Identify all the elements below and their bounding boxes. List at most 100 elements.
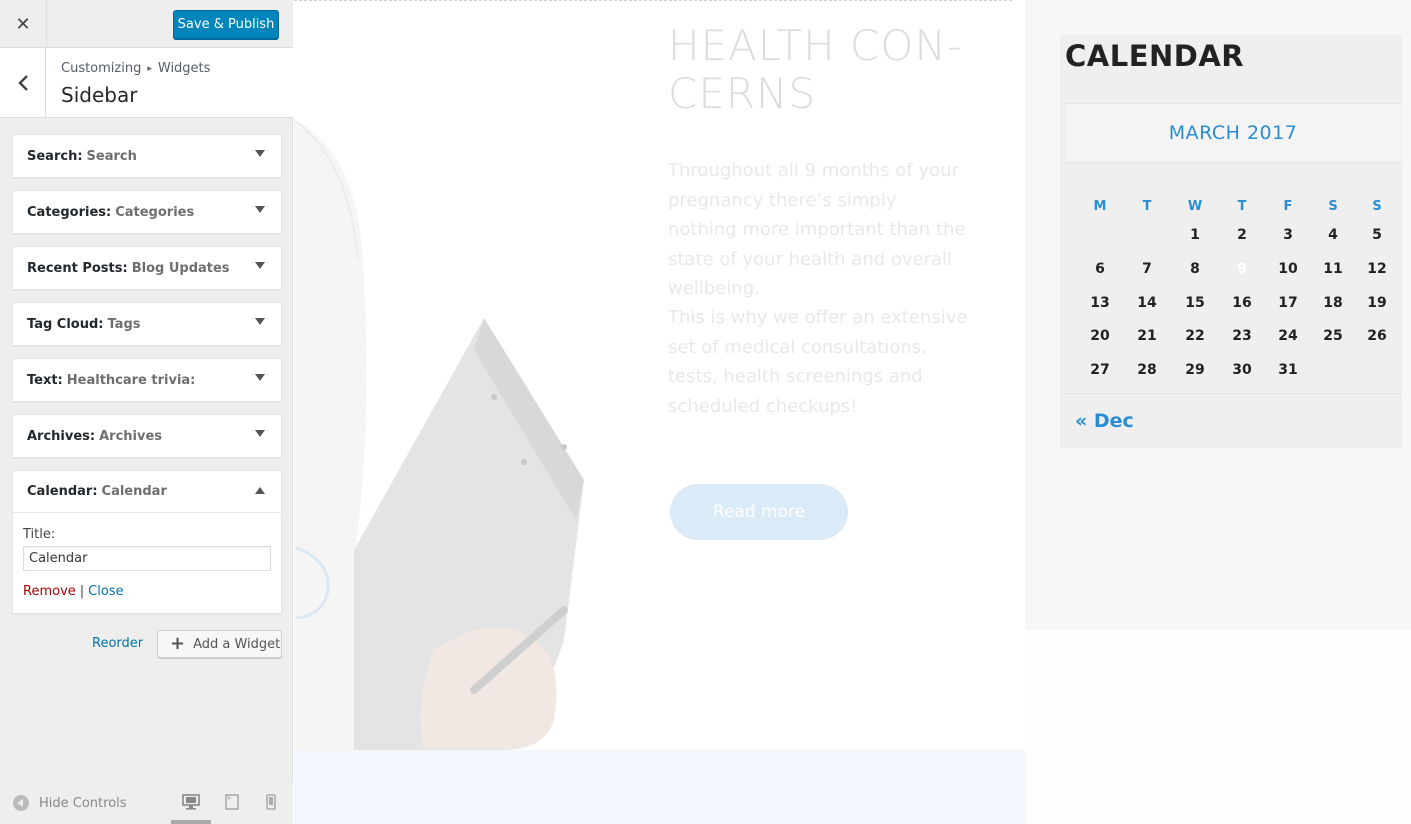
calendar-day: 1 [1190,227,1200,243]
widget-settings: Title: Remove|Close [13,513,281,613]
widget-type: Categories: [27,204,112,220]
hero-title-line-1: HEALTH CON- [668,21,964,70]
desktop-icon[interactable] [182,794,200,810]
widget-type: Archives: [27,428,96,444]
add-widget-button[interactable]: + Add a Widget [157,630,282,658]
remove-widget-link[interactable]: Remove [23,584,76,599]
collapse-arrow-icon[interactable] [255,487,265,494]
calendar-day: 2 [1237,227,1247,243]
calendar-widget: CALENDAR MARCH 2017 MTWTFSS 1 2 3 4 5 6 7 8 9 10 1… [1060,35,1402,448]
calendar-day: 24 [1278,328,1298,344]
calendar-day: 15 [1185,295,1205,311]
site-preview: HEALTH CON- CERNS Throughout all 9 month… [294,0,1411,824]
calendar-day: 21 [1137,328,1157,344]
widget-search: Search: Search [12,134,282,178]
title-label: Title: [23,527,56,542]
calendar-day: 28 [1137,362,1157,378]
widget-title: Blog Updates [131,260,230,276]
expand-arrow-icon[interactable] [255,430,265,437]
read-more-button[interactable]: Read more [670,484,848,540]
breadcrumb: Customizing ▸ Widgets [61,61,210,76]
calendar-day: 25 [1323,328,1343,344]
tablet-icon[interactable] [225,794,239,810]
breadcrumb-separator: ▸ [147,63,152,74]
panel-footer: Hide Controls [0,782,293,824]
expand-arrow-icon[interactable] [255,150,265,157]
expand-arrow-icon[interactable] [255,374,265,381]
widget-archives: Archives: Archives [12,414,282,458]
calendar-day: 23 [1232,328,1252,344]
calendar-weekday: M [1093,199,1107,214]
widget-header[interactable]: Tag Cloud: Tags [13,303,281,345]
calendar-day: 5 [1372,227,1382,243]
hide-controls-button[interactable]: Hide Controls [13,795,127,811]
calendar-day: 11 [1323,261,1343,277]
close-widget-link[interactable]: Close [88,584,123,599]
title-input[interactable] [23,546,271,571]
calendar-day: 18 [1323,295,1343,311]
calendar-day: 22 [1185,328,1205,344]
section-title: Sidebar [61,83,138,107]
expand-arrow-icon[interactable] [255,262,265,269]
widget-title: Archives [99,428,163,444]
calendar-caption: MARCH 2017 [1065,103,1401,163]
hero-section: HEALTH CON- CERNS Throughout all 9 month… [294,0,1025,750]
calendar-day: 26 [1367,328,1387,344]
customizer-panel: ✕ Save & Publish Customizing ▸ Widgets S… [0,0,293,824]
calendar-heading: CALENDAR [1065,39,1245,73]
calendar-prev-month-link[interactable]: « Dec [1075,410,1134,432]
save-publish-button[interactable]: Save & Publish [173,10,279,39]
calendar-day: 29 [1185,362,1205,378]
widget-title: Tags [107,316,141,332]
widget-title: Search [86,148,137,164]
bottom-band [294,750,1025,824]
widget-type: Calendar: [27,484,98,499]
widget-title: Healthcare trivia: [66,372,196,388]
hide-controls-label: Hide Controls [39,795,127,811]
breadcrumb-root: Customizing [61,61,142,76]
calendar-weekday: F [1283,199,1293,214]
widget-header[interactable]: Categories: Categories [13,191,281,233]
calendar-day: 6 [1095,261,1105,277]
widget-type: Text: [27,372,63,388]
widget-header[interactable]: Archives: Archives [13,415,281,457]
calendar-day: 7 [1142,261,1152,277]
calendar-weekday: S [1372,199,1382,214]
widget-categories: Categories: Categories [12,190,282,234]
widget-header[interactable]: Text: Healthcare trivia: [13,359,281,401]
calendar-weekday: W [1187,199,1203,214]
reorder-link[interactable]: Reorder [92,636,143,651]
widget-header[interactable]: Search: Search [13,135,281,177]
calendar-day: 4 [1328,227,1338,243]
widget-header[interactable]: Recent Posts: Blog Updates [13,247,281,289]
hero-paragraph-2: This is why we offer an extensive set of… [668,307,968,417]
mobile-icon[interactable] [266,794,276,810]
calendar-weekday: T [1142,199,1152,214]
calendar-day: 14 [1137,295,1157,311]
widget-title: Calendar [101,484,167,499]
widget-text: Text: Healthcare trivia: [12,358,282,402]
breadcrumb-current: Widgets [157,61,211,76]
calendar-day: 30 [1232,362,1252,378]
calendar-divider [1065,393,1401,394]
panel-header: ✕ Save & Publish [0,0,293,48]
close-customizer-button[interactable]: ✕ [0,0,47,48]
hero-title: HEALTH CON- CERNS [668,22,968,118]
expand-arrow-icon[interactable] [255,318,265,325]
expand-arrow-icon[interactable] [255,206,265,213]
calendar-day: 17 [1278,295,1298,311]
calendar-day: 31 [1278,362,1298,378]
collapse-icon [13,795,29,811]
calendar-day: 19 [1367,295,1387,311]
chevron-left-icon [17,75,28,91]
widget-calendar: Calendar: Calendar Title: Remove|Close [12,470,282,614]
widget-header[interactable]: Calendar: Calendar [13,471,281,513]
back-button[interactable] [0,48,46,118]
calendar-day: 8 [1190,261,1200,277]
calendar-weekday: S [1328,199,1338,214]
calendar-weekday: T [1237,199,1247,214]
calendar-day-today: 9 [1222,254,1262,283]
calendar-day: 16 [1232,295,1252,311]
widget-title: Categories [115,204,195,220]
calendar-day: 12 [1367,261,1387,277]
